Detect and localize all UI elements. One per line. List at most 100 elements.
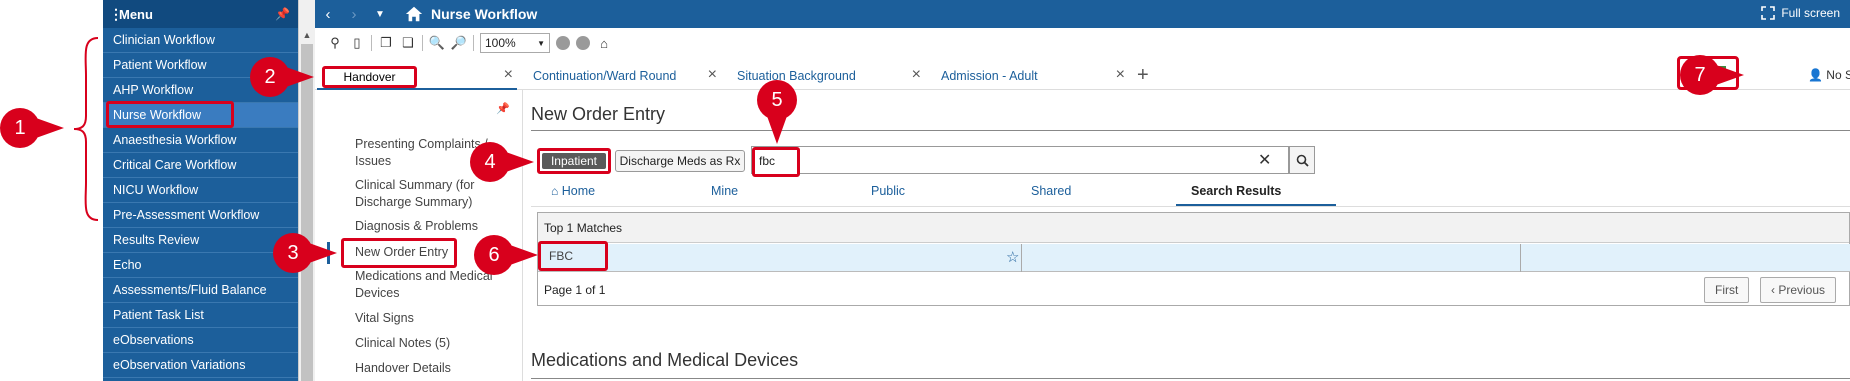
page-title: Nurse Workflow — [431, 6, 538, 22]
history-dropdown-icon[interactable]: ▼ — [367, 9, 393, 20]
toolbar-divider — [473, 35, 474, 51]
status-circle-icon[interactable] — [556, 36, 570, 50]
results-header: Top 1 Matches — [538, 213, 1849, 243]
paste-icon[interactable]: ❑ — [400, 35, 416, 51]
add-tab-icon[interactable]: + — [1137, 64, 1149, 87]
section-title-new-order-entry: New Order Entry — [531, 104, 666, 124]
tab-admission-adult[interactable]: Admission - Adult × — [929, 62, 1129, 90]
subtab-shared[interactable]: Shared — [1031, 184, 1071, 198]
annotation-number: 3 — [287, 242, 299, 264]
pin-icon[interactable]: 📌 — [275, 7, 290, 21]
sidebar-item-echo[interactable]: Echo — [103, 253, 298, 278]
tab-bar: Handover × Continuation/Ward Round × Sit… — [315, 58, 1850, 90]
sidebar-item-critical-care-workflow[interactable]: Critical Care Workflow — [103, 153, 298, 178]
fullscreen-label: Full screen — [1781, 6, 1840, 20]
main-panel: New Order Entry Inpatient Discharge Meds… — [523, 90, 1850, 381]
sidebar-item-pre-assessment-workflow[interactable]: Pre-Assessment Workflow — [103, 203, 298, 228]
order-search-input[interactable]: fbc ✕ — [751, 146, 1289, 177]
expand-icon — [1761, 6, 1776, 20]
clear-icon[interactable]: ✕ — [1258, 150, 1271, 170]
sidebar-item-patient-task-list[interactable]: Patient Task List — [103, 303, 298, 328]
divider — [531, 206, 1850, 207]
copy-icon[interactable]: ❐ — [378, 35, 394, 51]
inpatient-button[interactable]: Inpatient — [537, 148, 611, 174]
sidebar-item-assessments-fluid-balance[interactable]: Assessments/Fluid Balance — [103, 278, 298, 303]
sidebar-item-eobservation-variations[interactable]: eObservation Variations — [103, 353, 298, 378]
annotation-number: 4 — [484, 151, 496, 173]
chevron-left-icon: ‹ — [1771, 283, 1775, 297]
sidebar-item-eobservations[interactable]: eObservations — [103, 328, 298, 353]
previous-page-button[interactable]: ‹ Previous — [1760, 277, 1837, 303]
star-icon[interactable]: ☆ — [1006, 248, 1019, 266]
close-icon[interactable]: × — [912, 66, 921, 84]
search-icon — [1296, 154, 1309, 167]
subtab-home[interactable]: ⌂ Home — [551, 184, 595, 198]
home-icon: ⌂ — [551, 184, 559, 198]
drag-handle-icon[interactable]: ⋮ — [109, 7, 123, 21]
home-small-icon[interactable]: ⌂ — [596, 35, 612, 51]
nav-item-vital-signs[interactable]: Vital Signs — [355, 310, 505, 327]
menu-header: ⋮ Menu 📌 — [103, 0, 298, 28]
annotation-number: 7 — [1694, 64, 1706, 86]
status-circle-icon[interactable] — [576, 36, 590, 50]
fullscreen-button[interactable]: Full screen — [1761, 6, 1840, 20]
top-bar: ‹ › ▼ Nurse Workflow Full screen — [315, 0, 1850, 28]
chevron-down-icon: ▼ — [537, 38, 545, 48]
subtab-public[interactable]: Public — [871, 184, 905, 198]
subtab-mine[interactable]: Mine — [711, 184, 738, 198]
tab-label: Continuation/Ward Round — [533, 69, 677, 83]
inpatient-label: Inpatient — [542, 153, 606, 169]
toolbar: ⚲ ▯ ❐ ❑ 🔍 🔎 100% ▼ ⌂ — [315, 28, 1850, 58]
section-title-medications: Medications and Medical Devices — [531, 350, 799, 370]
active-subtab-underline — [1176, 204, 1336, 206]
user-label: No S — [1826, 68, 1850, 82]
annotation-number: 2 — [264, 66, 276, 88]
sidebar-item-nicu-workflow[interactable]: NICU Workflow — [103, 178, 298, 203]
close-icon[interactable]: × — [504, 66, 513, 84]
search-button[interactable] — [1289, 146, 1315, 174]
scroll-up-icon[interactable]: ▲ — [299, 30, 315, 40]
sidebar-item-anaesthesia-workflow[interactable]: Anaesthesia Workflow — [103, 128, 298, 153]
home-icon[interactable] — [405, 5, 423, 23]
subtab-label: Home — [561, 184, 596, 198]
nav-item-handover-details[interactable]: Handover Details — [355, 360, 505, 377]
tab-handover[interactable]: Handover × — [317, 62, 517, 90]
app-window: ⋮ Menu 📌 Clinician Workflow Patient Work… — [0, 0, 1850, 381]
sidebar-item-clinician-workflow[interactable]: Clinician Workflow — [103, 28, 298, 53]
binoculars-icon[interactable]: ⚲ — [327, 35, 343, 51]
forward-arrow-icon[interactable]: › — [341, 6, 367, 23]
nav-item-clinical-summary[interactable]: Clinical Summary (for Discharge Summary) — [355, 177, 505, 211]
nav-item-clinical-notes[interactable]: Clinical Notes (5) — [355, 335, 505, 352]
toolbar-divider — [422, 35, 423, 51]
nav-item-diagnosis-problems[interactable]: Diagnosis & Problems — [355, 218, 505, 235]
discharge-meds-button[interactable]: Discharge Meds as Rx — [615, 150, 745, 172]
close-icon[interactable]: × — [708, 66, 717, 84]
annotation-number: 1 — [14, 117, 26, 139]
menu-title: Menu — [119, 6, 153, 22]
result-row[interactable]: FBC ☆ — [538, 241, 1850, 272]
first-page-button[interactable]: First — [1704, 277, 1750, 303]
zoom-in-icon[interactable]: 🔎 — [451, 35, 467, 51]
close-icon[interactable]: × — [1116, 66, 1125, 84]
document-icon[interactable]: ▯ — [349, 35, 365, 51]
sidebar-item-results-review[interactable]: Results Review — [103, 228, 298, 253]
search-value: fbc — [752, 147, 800, 177]
user-menu[interactable]: 👤 No S — [1808, 68, 1850, 82]
pin-icon[interactable]: 📌 — [496, 102, 510, 115]
new-order-entry-highlight — [341, 238, 457, 268]
user-icon: 👤 — [1808, 68, 1823, 82]
zoom-select[interactable]: 100% ▼ — [480, 33, 550, 53]
divider — [531, 130, 1850, 131]
back-arrow-icon[interactable]: ‹ — [315, 6, 341, 23]
previous-label: Previous — [1778, 283, 1826, 297]
pager-text: Page 1 of 1 — [544, 283, 606, 297]
search-results-panel: Top 1 Matches FBC ☆ Page 1 of 1 First ‹ … — [537, 212, 1850, 306]
result-item-fbc[interactable]: FBC — [538, 241, 608, 271]
divider — [531, 378, 1850, 379]
tab-situation-background[interactable]: Situation Background × — [725, 62, 925, 90]
subtab-search-results[interactable]: Search Results — [1191, 184, 1281, 198]
tab-continuation-ward-round[interactable]: Continuation/Ward Round × — [521, 62, 721, 90]
zoom-out-icon[interactable]: 🔍 — [429, 35, 445, 51]
annotation-number: 5 — [771, 89, 783, 111]
column-divider — [1520, 244, 1521, 272]
